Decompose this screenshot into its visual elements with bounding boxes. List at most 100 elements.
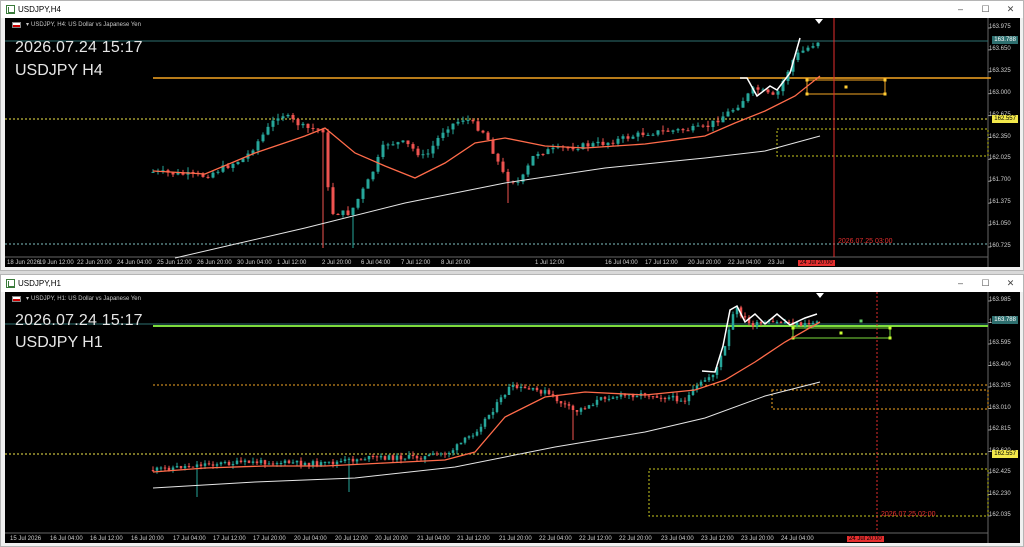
candle-body	[231, 463, 235, 466]
candle-body	[167, 467, 171, 471]
time-label: 24 Jul 04:00	[781, 536, 814, 542]
price-label: 163.010	[989, 404, 1011, 411]
candle-body	[615, 396, 619, 398]
anchor-dot	[805, 92, 809, 96]
anchor-dot	[839, 331, 843, 335]
candle-body	[607, 398, 611, 400]
overlay-symbol: USDJPY H4	[15, 62, 103, 79]
candle-body	[576, 149, 580, 151]
candle-body	[721, 116, 725, 123]
candle-body	[341, 210, 345, 215]
candle-body	[319, 462, 323, 466]
candle-body	[727, 329, 731, 347]
time-label: 17 Jul 12:00	[213, 536, 246, 542]
candle-body	[616, 138, 620, 144]
price-label: 163.325	[989, 67, 1011, 74]
candle-body	[506, 171, 510, 182]
candle-body	[435, 453, 439, 455]
candle-body	[491, 139, 495, 154]
candle-body	[501, 161, 505, 172]
candle-body	[211, 172, 215, 178]
candle-body	[255, 461, 259, 464]
candle-body	[163, 467, 167, 469]
candle-body	[191, 466, 195, 468]
maximize-button[interactable]: ☐	[973, 278, 998, 289]
price-tag: 162.557	[992, 450, 1018, 458]
candle-body	[175, 466, 179, 468]
ticker-symbol: USDJPY, H4:	[31, 21, 67, 28]
minimize-button[interactable]: –	[948, 4, 973, 15]
candle-body	[247, 460, 251, 463]
candle-body	[311, 461, 315, 466]
candle-body	[381, 144, 385, 157]
time-label: 22 Jul 12:00	[579, 536, 612, 542]
candle-body	[559, 401, 563, 404]
candle-body	[711, 120, 715, 128]
candle-body	[536, 153, 540, 156]
time-label: 17 Jul 12:00	[645, 260, 678, 266]
candle-body	[546, 149, 550, 155]
candle-body	[567, 404, 571, 406]
price-label: 163.400	[989, 361, 1011, 368]
price-chart-h4[interactable]: ▾ USDJPY, H4: US Dollar vs Japanese Yen …	[5, 18, 1020, 267]
candle-body	[356, 198, 360, 208]
candle-body	[159, 467, 163, 469]
time-label: 19 Jun 12:00	[39, 260, 74, 266]
candle-body	[395, 455, 399, 460]
candle-body	[263, 460, 267, 465]
maximize-button[interactable]: ☐	[973, 4, 998, 15]
close-button[interactable]: ✕	[998, 4, 1023, 15]
candle-body	[407, 455, 411, 459]
candle-body	[195, 464, 199, 468]
time-label: 24 Jun 04:00	[117, 260, 152, 266]
price-chart-h1[interactable]: ▾ USDJPY, H1: US Dollar vs Japanese Yen …	[5, 292, 1020, 543]
candle-body	[479, 426, 483, 432]
candle-body	[427, 454, 431, 457]
time-label: 1 Jul 12:00	[535, 260, 565, 266]
demand-zone-box	[776, 128, 989, 157]
time-label: 23 Jul 04:00	[661, 536, 694, 542]
fast-moving-average	[152, 75, 821, 179]
candle-body	[667, 397, 671, 399]
price-label: 163.975	[989, 24, 1011, 30]
candle-body	[551, 394, 555, 396]
chart-window-icon	[6, 279, 15, 288]
chart-window-h1[interactable]: USDJPY,H1 – ☐ ✕ ▾ USDJPY, H1: US Dollar …	[0, 274, 1024, 547]
candle-body	[723, 346, 727, 356]
candle-body	[799, 322, 803, 326]
window-titlebar[interactable]: USDJPY,H4 – ☐ ✕	[1, 1, 1023, 18]
time-label: 16 Jul 20:00	[131, 536, 164, 542]
candle-body	[701, 125, 705, 127]
candle-body	[415, 455, 419, 459]
candle-body	[296, 119, 300, 126]
candle-body	[807, 323, 811, 325]
candle-body	[451, 450, 455, 453]
candle-body	[495, 402, 499, 412]
anchor-dot	[888, 336, 892, 340]
chart-window-icon	[6, 5, 15, 14]
time-label: 16 Jul 04:00	[605, 260, 638, 266]
candle-body	[635, 396, 639, 398]
price-label: 161.050	[989, 221, 1011, 228]
candle-body	[491, 411, 495, 415]
time-label: 15 Jul 2026	[10, 536, 42, 542]
time-label: 24 Jul 20:00	[847, 536, 884, 542]
candle-body	[811, 322, 815, 325]
ticker-description: US Dollar vs Japanese Yen	[68, 295, 141, 302]
price-label: 162.035	[989, 512, 1011, 518]
price-tag: 163.788	[992, 316, 1018, 324]
minimize-button[interactable]: –	[948, 278, 973, 289]
candle-body	[496, 153, 500, 162]
candle-body	[699, 381, 703, 386]
price-label: 161.375	[989, 199, 1011, 206]
window-titlebar[interactable]: USDJPY,H1 – ☐ ✕	[1, 275, 1023, 292]
candle-body	[806, 47, 810, 51]
close-button[interactable]: ✕	[998, 278, 1023, 289]
candle-body	[575, 409, 579, 412]
price-label: 163.000	[989, 89, 1011, 96]
chart-window-h4[interactable]: USDJPY,H4 – ☐ ✕ ▾ USDJPY, H4: US Dollar …	[0, 0, 1024, 271]
candle-body	[371, 455, 375, 457]
time-label: 20 Jul 20:00	[688, 260, 721, 266]
candle-body	[151, 171, 155, 173]
candle-body	[299, 460, 303, 466]
